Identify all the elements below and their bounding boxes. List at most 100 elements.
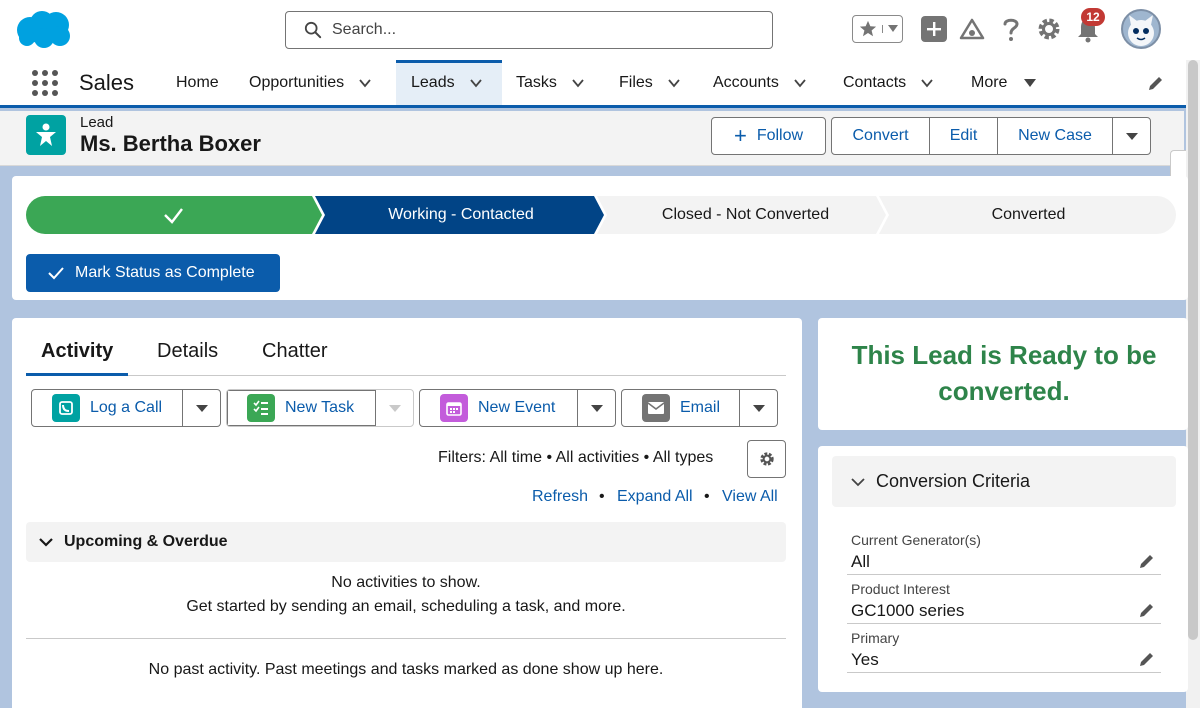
field-label-current-generators: Current Generator(s): [851, 532, 981, 548]
field-value-primary: Yes: [851, 650, 879, 669]
nav-item-leads[interactable]: Leads: [396, 60, 502, 105]
active-tab-indicator: [26, 373, 128, 376]
record-actions-group: Convert Edit New Case: [831, 117, 1151, 155]
trailhead-icon[interactable]: [958, 16, 986, 44]
nav-item-contacts[interactable]: Contacts: [843, 60, 934, 105]
new-task-dropdown: [376, 390, 413, 426]
plus-icon: +: [733, 123, 747, 148]
nav-item-label: Accounts: [713, 73, 779, 91]
email-envelope-icon: [642, 394, 670, 422]
caret-down-icon: [388, 405, 401, 412]
tab-activity[interactable]: Activity: [41, 340, 113, 363]
chevron-down-icon[interactable]: [920, 76, 934, 90]
caret-down-icon: [1125, 133, 1138, 140]
favorites-button[interactable]: [852, 15, 903, 43]
activity-settings-button[interactable]: [747, 440, 786, 478]
chevron-down-icon[interactable]: [469, 76, 483, 90]
nav-item-label: Leads: [411, 73, 455, 91]
search-icon: [304, 21, 322, 39]
app-navigation-bar: Sales Home Opportunities Leads Tasks Fil…: [0, 60, 1200, 108]
view-all-link[interactable]: View All: [722, 488, 778, 506]
new-case-label: New Case: [1018, 127, 1092, 144]
chevron-down-icon: [851, 477, 865, 486]
log-call-button[interactable]: Log a Call: [32, 390, 184, 426]
email-dropdown[interactable]: [740, 390, 777, 426]
upcoming-overdue-section[interactable]: Upcoming & Overdue: [26, 522, 786, 562]
chevron-down-icon[interactable]: [793, 76, 807, 90]
nav-item-accounts[interactable]: Accounts: [713, 60, 807, 105]
record-object-label: Lead: [80, 114, 114, 131]
field-divider: [847, 623, 1161, 624]
nav-item-label: Files: [619, 73, 653, 91]
refresh-link[interactable]: Refresh: [532, 488, 588, 506]
edit-label: Edit: [949, 127, 978, 144]
new-case-button[interactable]: New Case: [998, 118, 1113, 154]
global-actions-icon[interactable]: [921, 16, 947, 42]
convert-label: Convert: [852, 127, 909, 144]
new-event-label: New Event: [478, 399, 556, 416]
field-label-primary: Primary: [851, 630, 900, 646]
search-input[interactable]: [332, 21, 752, 39]
record-tabs: Activity Details Chatter: [26, 330, 786, 376]
email-button-group: Email: [621, 389, 778, 427]
pencil-edit-icon[interactable]: [1138, 552, 1156, 575]
nav-item-files[interactable]: Files: [619, 60, 681, 105]
mark-status-complete-button[interactable]: Mark Status as Complete: [26, 254, 280, 292]
nav-item-home[interactable]: Home: [176, 60, 219, 105]
chevron-down-icon[interactable]: [667, 76, 681, 90]
tab-details[interactable]: Details: [157, 340, 218, 363]
check-icon: [48, 267, 64, 280]
path-stage-complete[interactable]: [26, 196, 322, 234]
tab-chatter[interactable]: Chatter: [262, 340, 328, 363]
edit-nav-pencil-icon[interactable]: [1147, 74, 1165, 97]
expand-all-link[interactable]: Expand All: [617, 488, 693, 506]
chevron-down-icon[interactable]: [358, 76, 372, 90]
user-avatar[interactable]: [1121, 9, 1161, 49]
help-icon[interactable]: [998, 15, 1024, 43]
app-launcher-icon[interactable]: [32, 70, 58, 96]
log-call-label: Log a Call: [90, 399, 163, 416]
field-divider: [847, 574, 1161, 575]
follow-label: Follow: [756, 127, 804, 144]
record-header: Lead Ms. Bertha Boxer + Follow Convert E…: [0, 111, 1184, 166]
link-separator: •: [704, 488, 710, 505]
edit-button[interactable]: Edit: [930, 118, 998, 154]
convert-button[interactable]: Convert: [832, 118, 930, 154]
conversion-criteria-header[interactable]: Conversion Criteria: [832, 456, 1176, 507]
pencil-edit-icon[interactable]: [1138, 601, 1156, 624]
global-search-box[interactable]: [285, 11, 773, 49]
pencil-edit-icon[interactable]: [1138, 650, 1156, 673]
nav-item-tasks[interactable]: Tasks: [516, 60, 585, 105]
lead-icon: [26, 115, 66, 155]
nav-item-label: Contacts: [843, 73, 907, 91]
record-title: Ms. Bertha Boxer: [80, 131, 261, 156]
field-value-product-interest: GC1000 series: [851, 601, 965, 620]
caret-down-icon: [752, 405, 765, 412]
new-task-label: New Task: [285, 399, 355, 416]
salesforce-logo-icon[interactable]: [14, 8, 74, 50]
empty-activities-title: No activities to show.: [331, 574, 481, 591]
mark-status-label: Mark Status as Complete: [75, 264, 255, 281]
caret-down-icon: [195, 405, 208, 412]
setup-gear-icon[interactable]: [1036, 16, 1062, 42]
nav-item-more[interactable]: More: [971, 60, 1037, 105]
chevron-down-icon: [39, 538, 53, 547]
new-task-button[interactable]: New Task: [227, 390, 377, 426]
follow-button[interactable]: + Follow: [711, 117, 826, 155]
more-actions-button[interactable]: [1113, 118, 1150, 154]
field-divider: [847, 672, 1161, 673]
nav-item-opportunities[interactable]: Opportunities: [249, 60, 372, 105]
scrollbar-thumb[interactable]: [1188, 60, 1198, 640]
section-divider: [26, 638, 786, 639]
star-icon[interactable]: [853, 20, 882, 38]
global-header: 12: [0, 0, 1200, 60]
caret-down-icon[interactable]: [1023, 76, 1037, 90]
activity-card: [12, 318, 802, 708]
chevron-down-icon[interactable]: [571, 76, 585, 90]
log-call-dropdown[interactable]: [183, 390, 220, 426]
chevron-down-icon[interactable]: [882, 25, 902, 33]
new-event-button[interactable]: New Event: [420, 390, 579, 426]
email-button[interactable]: Email: [622, 390, 741, 426]
new-event-dropdown[interactable]: [578, 390, 615, 426]
criteria-title: Conversion Criteria: [876, 471, 1031, 491]
